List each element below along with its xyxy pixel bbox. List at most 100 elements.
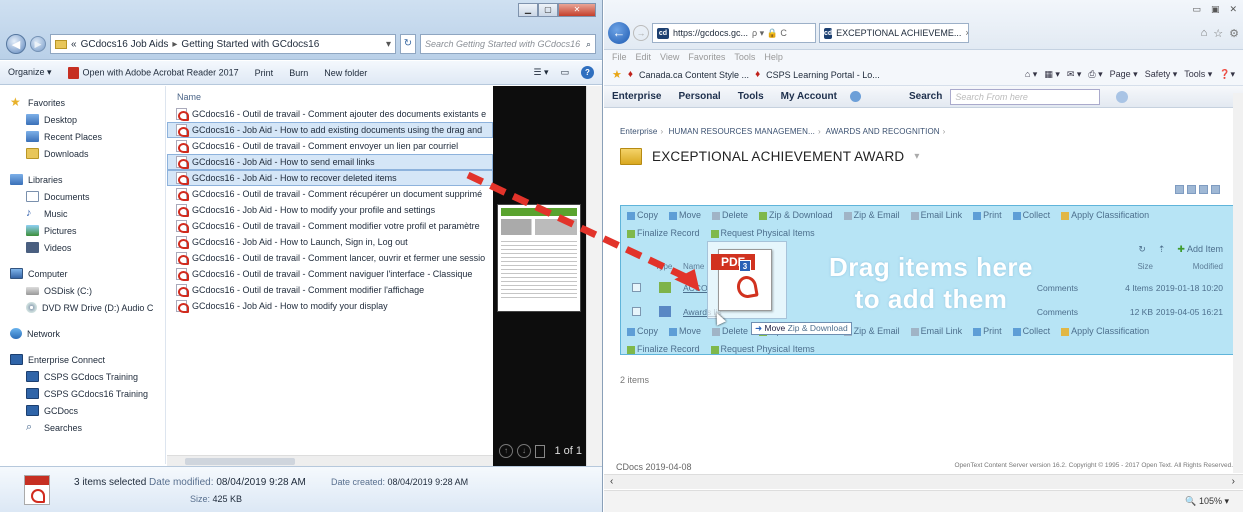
file-row[interactable]: GCdocs16 - Outil de travail - Comment na… bbox=[167, 266, 493, 282]
explorer-vertical-scrollbar[interactable] bbox=[586, 86, 602, 466]
settings-gear-icon[interactable]: ⚙ bbox=[1229, 27, 1239, 40]
file-row[interactable]: GCdocs16 - Outil de travail - Comment ré… bbox=[167, 186, 493, 202]
forward-button[interactable]: → bbox=[633, 25, 649, 41]
help-icon[interactable]: ? bbox=[581, 66, 594, 79]
maximize-button[interactable]: ▣ bbox=[1211, 4, 1220, 15]
address-crumb-1[interactable]: Getting Started with GCdocs16 bbox=[181, 39, 319, 50]
preview-pane-icon[interactable]: ▭ bbox=[560, 67, 569, 78]
favorites-star-icon[interactable]: ★ bbox=[612, 68, 622, 81]
column-modified[interactable]: Modified bbox=[1193, 262, 1223, 271]
file-list-horizontal-scrollbar[interactable] bbox=[167, 455, 493, 466]
breadcrumb-awards[interactable]: AWARDS AND RECOGNITION bbox=[826, 127, 940, 136]
zip-email-action[interactable]: Zip & Email bbox=[843, 210, 900, 220]
chevron-down-icon[interactable]: ▾ bbox=[914, 151, 919, 162]
previous-page-icon[interactable]: ↑ bbox=[499, 444, 513, 458]
help-icon[interactable] bbox=[849, 91, 861, 102]
nav-dvd[interactable]: DVD RW Drive (D:) Audio C bbox=[0, 299, 165, 316]
breadcrumb-hr[interactable]: HUMAN RESOURCES MANAGEMEN... bbox=[669, 127, 815, 136]
browser-horizontal-scrollbar[interactable]: ‹ › bbox=[604, 474, 1243, 489]
next-page-icon[interactable]: ↓ bbox=[517, 444, 531, 458]
thumbnail-view-icon[interactable] bbox=[1211, 185, 1220, 194]
feeds-icon[interactable]: ▦ ▾ bbox=[1044, 69, 1060, 80]
row-checkbox[interactable] bbox=[632, 283, 641, 292]
url-bar[interactable]: cd https://gcdocs.gc... ρ ▾ 🔒 C bbox=[652, 23, 816, 43]
breadcrumb-enterprise[interactable]: Enterprise bbox=[620, 127, 657, 136]
delete-action[interactable]: Delete bbox=[712, 210, 748, 220]
file-row[interactable]: GCdocs16 - Outil de travail - Comment la… bbox=[167, 250, 493, 266]
open-with-button[interactable]: Open with Adobe Acrobat Reader 2017 bbox=[67, 66, 239, 79]
file-row[interactable]: GCdocs16 - Outil de travail - Comment mo… bbox=[167, 218, 493, 234]
nav-downloads[interactable]: Downloads bbox=[0, 145, 165, 162]
favorite-link-csps[interactable]: CSPS Learning Portal - Lo... bbox=[766, 70, 880, 80]
column-header-name[interactable]: Name bbox=[167, 86, 493, 106]
nav-videos[interactable]: Videos bbox=[0, 239, 165, 256]
nav-enterprise-connect[interactable]: Enterprise Connect bbox=[0, 351, 165, 368]
address-bar[interactable]: « GCdocs16 Job Aids ▸ Getting Started wi… bbox=[50, 34, 396, 54]
apply-classification-action[interactable]: Apply Classification bbox=[1061, 326, 1149, 336]
grid-view-icon[interactable] bbox=[1199, 185, 1208, 194]
move-action[interactable]: Move bbox=[669, 210, 701, 220]
print-action[interactable]: Print bbox=[973, 210, 1002, 220]
nav-searches[interactable]: ⌕ Searches bbox=[0, 419, 165, 436]
move-action[interactable]: Move bbox=[669, 326, 701, 336]
help-icon[interactable]: ❓▾ bbox=[1219, 69, 1235, 80]
copy-action[interactable]: Copy bbox=[627, 326, 658, 336]
print-button[interactable]: Print bbox=[255, 68, 274, 78]
view-options-icon[interactable]: ☰ ▾ bbox=[533, 67, 548, 78]
burn-button[interactable]: Burn bbox=[289, 68, 308, 78]
nav-libraries[interactable]: Libraries bbox=[0, 171, 165, 188]
nav-documents[interactable]: Documents bbox=[0, 188, 165, 205]
nav-tools[interactable]: Tools bbox=[738, 91, 781, 102]
row-checkbox[interactable] bbox=[632, 307, 641, 316]
close-button[interactable]: ✕ bbox=[1229, 4, 1237, 15]
file-row[interactable]: GCdocs16 - Job Aid - How to recover dele… bbox=[167, 170, 493, 186]
scroll-right-icon[interactable]: › bbox=[1232, 476, 1235, 487]
nav-network[interactable]: Network bbox=[0, 325, 165, 342]
item-name-link[interactable]: ACCO bbox=[683, 283, 708, 293]
list-view-icon[interactable] bbox=[1187, 185, 1196, 194]
collect-action[interactable]: Collect bbox=[1012, 326, 1050, 336]
cs-search-input[interactable]: Search From here bbox=[950, 88, 1101, 105]
back-button[interactable]: ◀ bbox=[6, 34, 26, 54]
nav-gcdocs[interactable]: GCDocs bbox=[0, 402, 165, 419]
email-link-action[interactable]: Email Link bbox=[910, 210, 962, 220]
file-row[interactable]: GCdocs16 - Job Aid - How to add existing… bbox=[167, 122, 493, 138]
mail-icon[interactable]: ✉ ▾ bbox=[1067, 69, 1082, 80]
close-tab-icon[interactable]: × bbox=[965, 28, 968, 38]
home-icon[interactable]: ⌂ bbox=[1201, 27, 1208, 40]
print-action[interactable]: Print bbox=[973, 326, 1002, 336]
file-row[interactable]: GCdocs16 - Job Aid - How to modify your … bbox=[167, 202, 493, 218]
search-button-icon[interactable] bbox=[1116, 90, 1129, 103]
menu-favorites[interactable]: Favorites bbox=[688, 52, 725, 62]
column-type[interactable]: Type bbox=[655, 262, 672, 271]
detail-view-icon[interactable] bbox=[1175, 185, 1184, 194]
nav-personal[interactable]: Personal bbox=[678, 91, 737, 102]
delete-action[interactable]: Delete bbox=[712, 326, 748, 336]
browser-vertical-scrollbar[interactable] bbox=[1233, 93, 1243, 473]
file-row[interactable]: GCdocs16 - Job Aid - How to modify your … bbox=[167, 298, 493, 314]
file-row[interactable]: GCdocs16 - Job Aid - How to Launch, Sign… bbox=[167, 234, 493, 250]
nav-desktop[interactable]: Desktop bbox=[0, 111, 165, 128]
back-button[interactable]: ← bbox=[608, 22, 630, 44]
scroll-left-icon[interactable]: ‹ bbox=[610, 476, 613, 487]
nav-recent-places[interactable]: Recent Places bbox=[0, 128, 165, 145]
nav-music[interactable]: ♪ Music bbox=[0, 205, 165, 222]
column-size[interactable]: Size bbox=[1137, 262, 1153, 271]
nav-favorites[interactable]: ★ Favorites bbox=[0, 94, 165, 111]
copy-action[interactable]: Copy bbox=[627, 210, 658, 220]
nav-computer[interactable]: Computer bbox=[0, 265, 165, 282]
column-name[interactable]: Name bbox=[683, 262, 704, 271]
menu-view[interactable]: View bbox=[660, 52, 679, 62]
menu-help[interactable]: Help bbox=[764, 52, 783, 62]
nav-csps-training[interactable]: CSPS GCdocs Training bbox=[0, 368, 165, 385]
zoom-level[interactable]: 🔍 105% ▾ bbox=[1185, 496, 1229, 507]
browser-tab[interactable]: cd EXCEPTIONAL ACHIEVEME... × bbox=[819, 23, 969, 43]
address-crumb-0[interactable]: GCdocs16 Job Aids bbox=[81, 39, 169, 50]
menu-edit[interactable]: Edit bbox=[636, 52, 652, 62]
url-actions[interactable]: ρ ▾ 🔒 C bbox=[752, 28, 787, 38]
email-link-action[interactable]: Email Link bbox=[910, 326, 962, 336]
request-physical-action[interactable]: Request Physical Items bbox=[710, 228, 815, 238]
finalize-record-action[interactable]: Finalize Record bbox=[627, 228, 700, 238]
refresh-icon[interactable]: ↻ bbox=[1138, 244, 1146, 255]
collect-action[interactable]: Collect bbox=[1012, 210, 1050, 220]
